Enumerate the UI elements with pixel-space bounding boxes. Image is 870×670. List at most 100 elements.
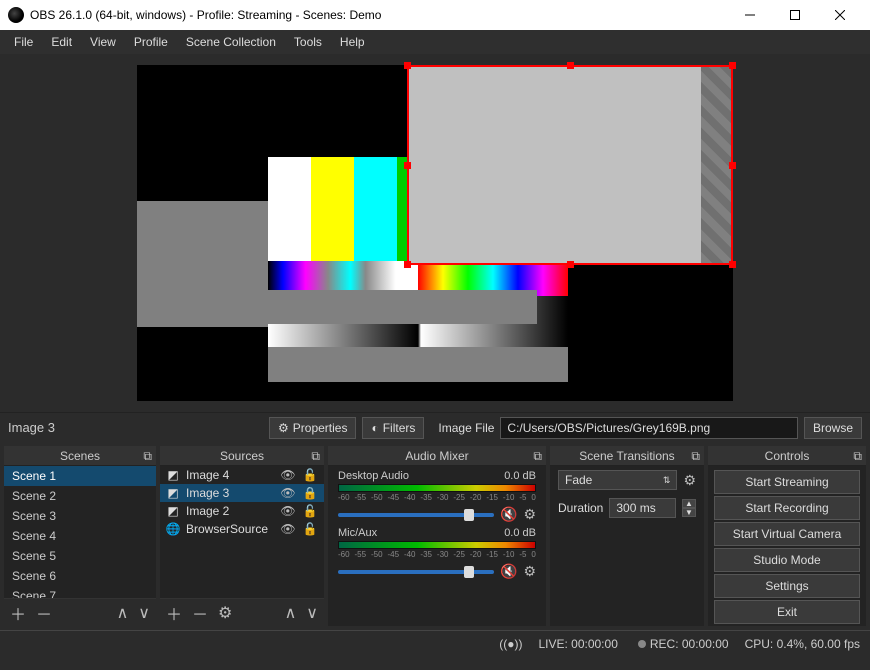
duration-input[interactable]: 300 ms <box>609 498 676 518</box>
remove-source-button[interactable]: － <box>192 601 208 625</box>
filters-button[interactable]: ◐ Filters <box>362 417 424 439</box>
move-source-down-button[interactable]: ∨ <box>306 603 318 623</box>
properties-button[interactable]: ⚙ Properties <box>269 417 356 439</box>
window-title: OBS 26.1.0 (64-bit, windows) - Profile: … <box>30 8 727 22</box>
scene-row[interactable]: Scene 4 <box>4 526 156 546</box>
scenes-panel: Scenes ⧉ Scene 1Scene 2Scene 3Scene 4Sce… <box>4 446 156 626</box>
control-button-start-recording[interactable]: Start Recording <box>714 496 860 520</box>
sources-panel: Sources ⧉ ◩Image 4👁🔓◩Image 3👁🔒◩Image 2👁🔓… <box>160 446 324 626</box>
image-file-input[interactable] <box>500 417 798 439</box>
scenes-header: Scenes ⧉ <box>4 446 156 466</box>
broadcast-icon: ((●)) <box>499 637 522 651</box>
menu-tools[interactable]: Tools <box>286 32 330 52</box>
scene-row[interactable]: Scene 6 <box>4 566 156 586</box>
lock-toggle[interactable]: 🔒 <box>302 486 318 500</box>
remove-scene-button[interactable]: － <box>36 601 52 625</box>
volume-slider[interactable] <box>338 570 494 574</box>
duration-label: Duration <box>558 501 603 515</box>
popout-icon[interactable]: ⧉ <box>143 449 152 464</box>
menu-profile[interactable]: Profile <box>126 32 176 52</box>
menu-help[interactable]: Help <box>332 32 373 52</box>
menu-file[interactable]: File <box>6 32 41 52</box>
channel-name: Desktop Audio <box>338 470 409 482</box>
transition-value: Fade <box>565 473 592 487</box>
menu-scene-collection[interactable]: Scene Collection <box>178 32 284 52</box>
visibility-toggle[interactable]: 👁 <box>280 486 296 500</box>
sources-title: Sources <box>220 449 264 463</box>
popout-icon[interactable]: ⧉ <box>533 449 542 464</box>
lock-toggle[interactable]: 🔓 <box>302 522 318 536</box>
control-button-start-virtual-camera[interactable]: Start Virtual Camera <box>714 522 860 546</box>
menu-edit[interactable]: Edit <box>43 32 80 52</box>
add-source-button[interactable]: ＋ <box>166 601 182 625</box>
resize-handle-tr[interactable] <box>729 62 736 69</box>
channel-db: 0.0 dB <box>504 470 536 482</box>
source-row[interactable]: ◩Image 3👁🔒 <box>160 484 324 502</box>
transition-select[interactable]: Fade ⇅ <box>558 470 677 490</box>
transitions-body: Fade ⇅ ⚙ Duration 300 ms ▲▼ <box>550 466 704 626</box>
menu-view[interactable]: View <box>82 32 124 52</box>
lock-toggle[interactable]: 🔓 <box>302 468 318 482</box>
window-close-button[interactable] <box>817 0 862 30</box>
add-scene-button[interactable]: ＋ <box>10 601 26 625</box>
transition-settings-button[interactable]: ⚙ <box>683 472 696 489</box>
mute-button[interactable]: 🔇 <box>500 563 517 580</box>
mixer-channel: Desktop Audio0.0 dB-60-55-50-45-40-35-30… <box>328 466 546 523</box>
control-button-exit[interactable]: Exit <box>714 600 860 624</box>
source-row[interactable]: ◩Image 2👁🔓 <box>160 502 324 520</box>
controls-header: Controls ⧉ <box>708 446 866 466</box>
popout-icon[interactable]: ⧉ <box>691 449 700 464</box>
move-scene-up-button[interactable]: ∧ <box>117 603 129 623</box>
globe-icon: 🌐 <box>166 522 180 536</box>
control-button-studio-mode[interactable]: Studio Mode <box>714 548 860 572</box>
visibility-toggle[interactable]: 👁 <box>280 522 296 536</box>
transitions-panel: Scene Transitions ⧉ Fade ⇅ ⚙ Duration 30… <box>550 446 704 626</box>
preview-canvas[interactable] <box>137 65 733 401</box>
resize-handle-ml[interactable] <box>404 162 411 169</box>
scene-row[interactable]: Scene 1 <box>4 466 156 486</box>
source-row[interactable]: 🌐 BrowserSource 👁 🔓 <box>160 520 324 538</box>
window-minimize-button[interactable] <box>727 0 772 30</box>
browse-label: Browse <box>813 421 853 435</box>
filters-icon: ◐ <box>371 421 378 435</box>
mute-button[interactable]: 🔇 <box>500 506 517 523</box>
resize-handle-bm[interactable] <box>567 261 574 268</box>
source-row[interactable]: ◩Image 4👁🔓 <box>160 466 324 484</box>
scenes-list[interactable]: Scene 1Scene 2Scene 3Scene 4Scene 5Scene… <box>4 466 156 598</box>
visibility-toggle[interactable]: 👁 <box>280 504 296 518</box>
duration-value: 300 ms <box>616 501 655 515</box>
channel-settings-button[interactable]: ⚙ <box>523 506 536 523</box>
resize-handle-tl[interactable] <box>404 62 411 69</box>
channel-settings-button[interactable]: ⚙ <box>523 563 536 580</box>
audio-meter <box>338 541 536 549</box>
source-name: BrowserSource <box>186 522 274 536</box>
transitions-title: Scene Transitions <box>579 449 674 463</box>
scene-row[interactable]: Scene 3 <box>4 506 156 526</box>
popout-icon[interactable]: ⧉ <box>311 449 320 464</box>
resize-handle-tm[interactable] <box>567 62 574 69</box>
selection-outline <box>407 65 733 265</box>
control-button-start-streaming[interactable]: Start Streaming <box>714 470 860 494</box>
duration-stepper[interactable]: ▲▼ <box>682 499 696 517</box>
volume-slider[interactable] <box>338 513 494 517</box>
resize-handle-bl[interactable] <box>404 261 411 268</box>
scene-row[interactable]: Scene 2 <box>4 486 156 506</box>
move-source-up-button[interactable]: ∧ <box>285 603 297 623</box>
meter-ticks: -60-55-50-45-40-35-30-25-20-15-10-50 <box>338 550 536 559</box>
move-scene-down-button[interactable]: ∨ <box>138 603 150 623</box>
visibility-toggle[interactable]: 👁 <box>280 468 296 482</box>
sources-list[interactable]: ◩Image 4👁🔓◩Image 3👁🔒◩Image 2👁🔓🌐BrowserSo… <box>160 466 324 598</box>
resize-handle-br[interactable] <box>729 261 736 268</box>
popout-icon[interactable]: ⧉ <box>853 449 862 464</box>
scene-row[interactable]: Scene 7 <box>4 586 156 598</box>
controls-panel: Controls ⧉ Start StreamingStart Recordin… <box>708 446 866 626</box>
source-properties-button[interactable]: ⚙ <box>218 603 232 623</box>
browse-button[interactable]: Browse <box>804 417 862 439</box>
control-button-settings[interactable]: Settings <box>714 574 860 598</box>
preview-selected-source[interactable] <box>407 65 733 265</box>
lock-toggle[interactable]: 🔓 <box>302 504 318 518</box>
window-maximize-button[interactable] <box>772 0 817 30</box>
preview-source-grey-lower[interactable] <box>268 290 537 324</box>
scene-row[interactable]: Scene 5 <box>4 546 156 566</box>
resize-handle-mr[interactable] <box>729 162 736 169</box>
